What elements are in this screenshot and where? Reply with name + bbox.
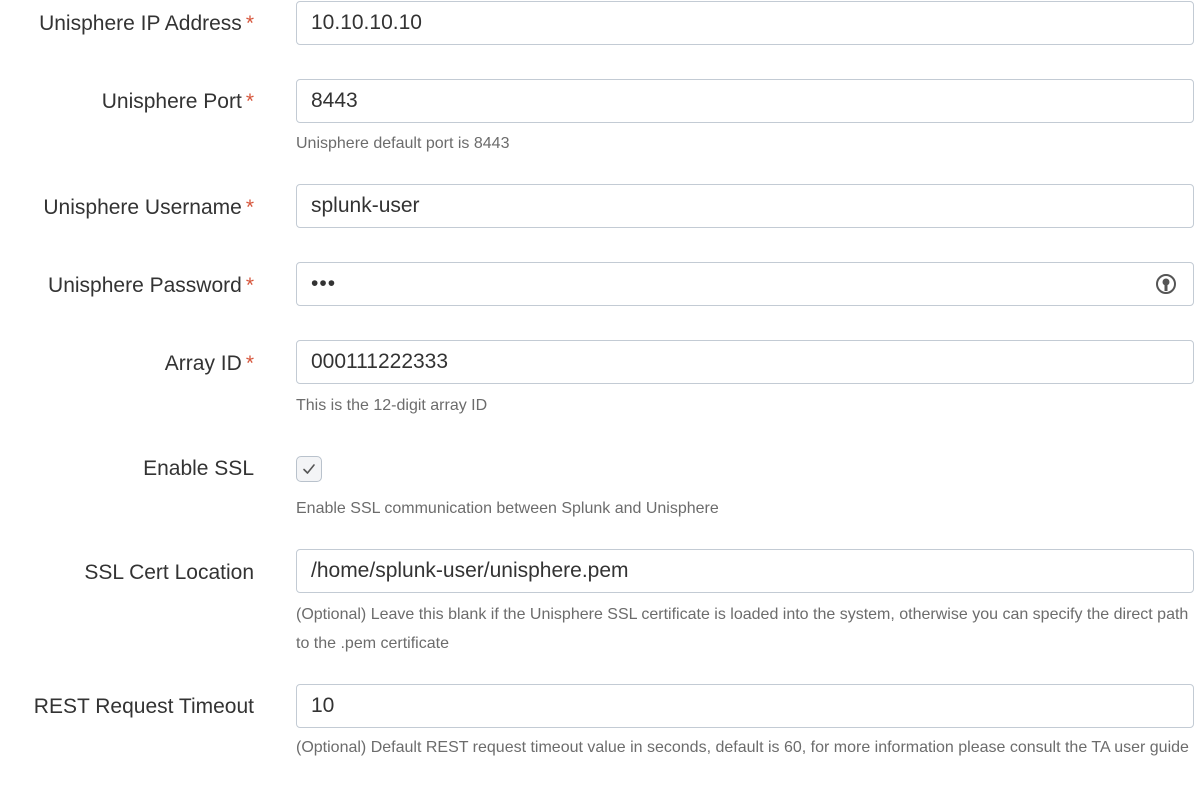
timeout-label: REST Request Timeout [34,694,254,720]
username-input[interactable]: splunk-user [296,184,1194,228]
username-label-text: Unisphere Username [43,196,242,219]
port-help-text: Unisphere default port is 8443 [296,135,510,152]
port-input[interactable]: 8443 [296,79,1194,123]
port-label: Unisphere Port * [102,89,254,115]
required-asterisk: * [245,90,254,113]
timeout-input[interactable]: 10 [296,684,1194,728]
ip-address-label: Unisphere IP Address * [39,11,254,37]
required-asterisk: * [245,196,254,219]
enable-ssl-checkbox[interactable] [296,456,322,482]
array-id-input[interactable]: 000111222333 [296,340,1194,384]
ip-address-input[interactable]: 10.10.10.10 [296,1,1194,45]
timeout-label-text: REST Request Timeout [33,695,254,718]
ssl-cert-input[interactable]: /home/splunk-user/unisphere.pem [296,549,1194,593]
ssl-cert-label-text: SSL Cert Location [84,561,254,584]
password-label-text: Unisphere Password [48,274,242,297]
ip-address-label-text: Unisphere IP Address [39,12,242,35]
array-id-label-text: Array ID [164,352,242,375]
enable-ssl-label-text: Enable SSL [143,457,254,480]
ssl-cert-value: /home/splunk-user/unisphere.pem [311,559,629,582]
enable-ssl-help-text: Enable SSL communication between Splunk … [296,500,719,517]
eye-icon[interactable] [1155,273,1177,295]
array-id-value: 000111222333 [311,350,449,373]
ssl-cert-label: SSL Cert Location [84,560,254,586]
required-asterisk: * [245,352,254,375]
ip-address-value: 10.10.10.10 [311,11,422,34]
username-label: Unisphere Username * [43,195,254,221]
array-id-help-text: This is the 12-digit array ID [296,397,488,414]
password-input[interactable]: ••• [296,262,1194,306]
timeout-value: 10 [311,694,335,717]
checkmark-icon [303,464,315,474]
array-id-label: Array ID * [165,351,254,377]
password-label: Unisphere Password * [48,273,254,299]
username-value: splunk-user [311,194,420,217]
timeout-help-text: (Optional) Default REST request timeout … [296,739,1189,756]
enable-ssl-label: Enable SSL [143,456,254,482]
port-label-text: Unisphere Port [101,90,242,113]
ssl-cert-help-text: (Optional) Leave this blank if the Unisp… [296,606,1189,652]
password-value: ••• [311,272,337,295]
required-asterisk: * [245,12,254,35]
port-value: 8443 [311,89,358,112]
required-asterisk: * [245,274,254,297]
